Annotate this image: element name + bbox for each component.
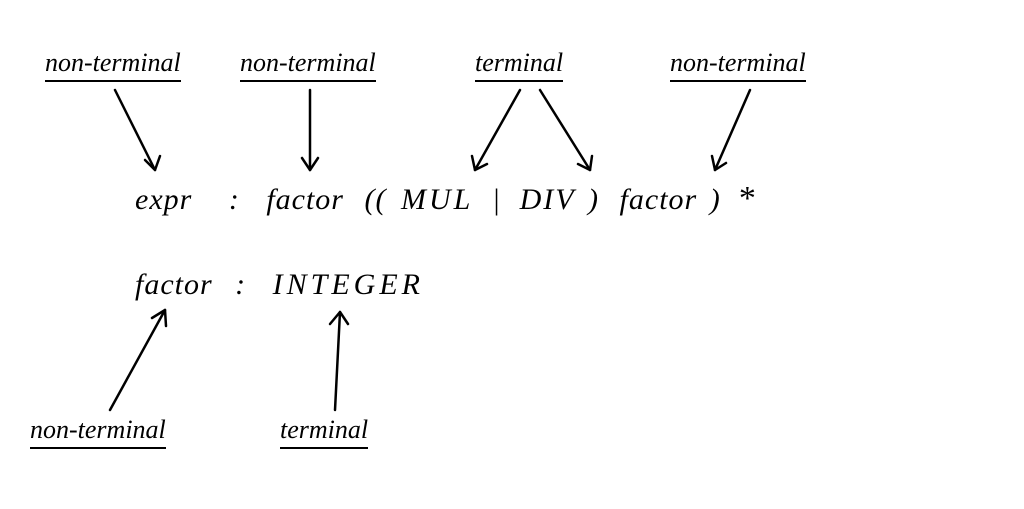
rule2-rhs: INTEGER	[273, 268, 424, 302]
grammar-rule-2: factor : INTEGER	[135, 268, 424, 302]
rule1-colon: :	[229, 183, 240, 217]
rule1-star: *	[737, 180, 755, 218]
label-nonterminal-1: non-terminal	[45, 48, 181, 82]
label-terminal-2: terminal	[280, 415, 368, 449]
rule1-group-open: ((	[364, 183, 386, 217]
rule1-factor2: factor	[620, 183, 698, 217]
grammar-rule-1: expr : factor (( MUL | DIV ) factor ) *	[135, 180, 755, 218]
rule2-lhs: factor	[135, 268, 213, 302]
rule1-close: )	[710, 183, 721, 217]
rule1-pipe: |	[492, 183, 501, 217]
label-nonterminal-4: non-terminal	[30, 415, 166, 449]
label-nonterminal-2: non-terminal	[240, 48, 376, 82]
rule1-factor1: factor	[266, 183, 344, 217]
rule1-group-close: )	[588, 183, 599, 217]
rule1-div: DIV	[520, 183, 576, 217]
label-nonterminal-3: non-terminal	[670, 48, 806, 82]
rule1-mul: MUL	[401, 183, 473, 217]
rule1-lhs: expr	[135, 183, 192, 217]
label-terminal-1: terminal	[475, 48, 563, 82]
rule2-colon: :	[235, 268, 246, 302]
